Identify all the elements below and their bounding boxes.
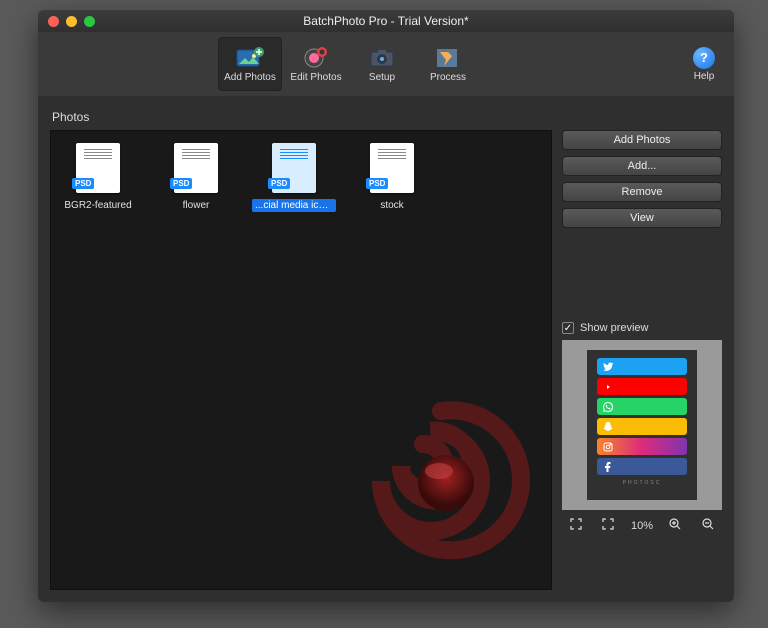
background-logo-icon xyxy=(351,391,531,571)
edit-photos-icon xyxy=(302,46,330,70)
whatsapp-stripe xyxy=(597,398,687,415)
show-preview-checkbox[interactable]: ✓ xyxy=(562,322,574,334)
help-button[interactable]: ? Help xyxy=(684,47,724,82)
file-name: BGR2-featured xyxy=(61,199,134,212)
help-icon: ? xyxy=(693,47,715,69)
view-button[interactable]: View xyxy=(562,208,722,228)
setup-tab[interactable]: Setup xyxy=(350,37,414,91)
fullscreen-icon[interactable] xyxy=(598,516,618,535)
snapchat-stripe xyxy=(597,418,687,435)
zoom-out-icon[interactable] xyxy=(698,516,718,535)
app-window: BatchPhoto Pro - Trial Version* Add Phot… xyxy=(38,10,734,602)
side-panel: Add Photos Add... Remove View ✓ Show pre… xyxy=(562,102,722,590)
facebook-stripe xyxy=(597,458,687,475)
add-photos-button[interactable]: Add Photos xyxy=(562,130,722,150)
window-title: BatchPhoto Pro - Trial Version* xyxy=(38,14,734,28)
file-name: flower xyxy=(180,199,213,212)
process-icon xyxy=(434,46,462,70)
remove-button[interactable]: Remove xyxy=(562,182,722,202)
psd-thumbnail-icon: PSD xyxy=(174,143,218,193)
file-item[interactable]: PSD flower xyxy=(161,143,231,212)
file-item[interactable]: PSD ...cial media icons xyxy=(259,143,329,212)
zoom-in-icon[interactable] xyxy=(665,516,685,535)
add-photos-icon xyxy=(236,46,264,70)
file-name: ...cial media icons xyxy=(252,199,336,212)
close-icon[interactable] xyxy=(48,16,59,27)
add-photos-label: Add Photos xyxy=(224,72,276,83)
setup-label: Setup xyxy=(369,72,395,83)
edit-photos-tab[interactable]: Edit Photos xyxy=(284,37,348,91)
add-photos-tab[interactable]: Add Photos xyxy=(218,37,282,91)
photo-grid[interactable]: PSD BGR2-featured PSD flower PSD ...cial… xyxy=(50,130,552,590)
file-item[interactable]: PSD stock xyxy=(357,143,427,212)
preview-pane: PHOTOSC xyxy=(562,340,722,510)
preview-watermark: PHOTOSC xyxy=(623,480,662,486)
youtube-stripe xyxy=(597,378,687,395)
zoom-window-icon[interactable] xyxy=(84,16,95,27)
process-tab[interactable]: Process xyxy=(416,37,480,91)
file-name: stock xyxy=(377,199,406,212)
photos-panel-title: Photos xyxy=(50,102,552,130)
edit-photos-label: Edit Photos xyxy=(290,72,341,83)
main-toolbar: Add Photos Edit Photos Setup Process xyxy=(38,32,734,96)
zoom-percent: 10% xyxy=(631,520,653,532)
titlebar: BatchPhoto Pro - Trial Version* xyxy=(38,10,734,32)
setup-icon xyxy=(368,46,396,70)
show-preview-label: Show preview xyxy=(580,322,648,334)
help-label: Help xyxy=(694,71,715,82)
zoom-bar: 10% xyxy=(562,510,722,541)
traffic-lights xyxy=(38,16,95,27)
minimize-icon[interactable] xyxy=(66,16,77,27)
fit-window-icon[interactable] xyxy=(566,516,586,535)
process-label: Process xyxy=(430,72,466,83)
psd-thumbnail-icon: PSD xyxy=(76,143,120,193)
psd-thumbnail-icon: PSD xyxy=(370,143,414,193)
twitter-stripe xyxy=(597,358,687,375)
file-item[interactable]: PSD BGR2-featured xyxy=(63,143,133,212)
psd-thumbnail-icon: PSD xyxy=(272,143,316,193)
instagram-stripe xyxy=(597,438,687,455)
add-button[interactable]: Add... xyxy=(562,156,722,176)
